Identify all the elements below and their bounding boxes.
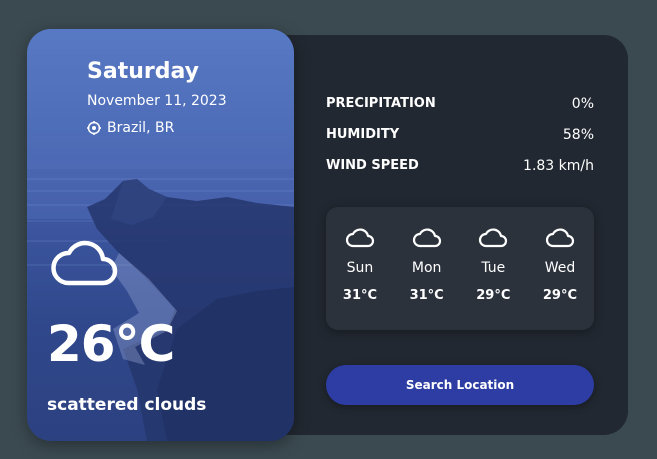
stat-value: 1.83 km/h xyxy=(523,157,594,174)
stat-label: PRECIPITATION xyxy=(326,96,436,111)
cloud-icon xyxy=(51,240,118,286)
location-label: Brazil, BR xyxy=(107,120,175,136)
forecast-temp: 31°C xyxy=(409,288,444,303)
forecast-day-sun: Sun 31°C xyxy=(340,207,380,330)
map-pin-icon xyxy=(87,121,101,135)
weekday-title: Saturday xyxy=(87,59,199,84)
cloud-icon xyxy=(412,228,441,248)
stat-value: 0% xyxy=(571,95,594,112)
forecast-day-label: Tue xyxy=(481,260,506,276)
stat-label: HUMIDITY xyxy=(326,127,400,142)
coastline-background-image xyxy=(27,29,294,441)
current-temperature: 26°C xyxy=(47,315,175,373)
forecast-temp: 29°C xyxy=(476,288,511,303)
cloud-icon xyxy=(345,228,375,248)
forecast-day-wed: Wed 29°C xyxy=(540,207,580,330)
forecast-card: Sun 31°C Mon 31°C Tue 29°C Wed 29°C xyxy=(326,207,594,330)
location: Brazil, BR xyxy=(87,120,174,136)
stat-label: WIND SPEED xyxy=(326,158,419,173)
current-weather-card: Saturday November 11, 2023 Brazil, BR 26… xyxy=(27,29,294,441)
cloud-icon xyxy=(479,228,508,248)
weather-stats: PRECIPITATION 0% HUMIDITY 58% WIND SPEED… xyxy=(326,88,594,181)
stat-row-wind-speed: WIND SPEED 1.83 km/h xyxy=(326,150,594,181)
current-date: November 11, 2023 xyxy=(87,93,227,109)
search-location-button[interactable]: Search Location xyxy=(326,365,594,405)
stat-row-precipitation: PRECIPITATION 0% xyxy=(326,88,594,119)
forecast-day-label: Sun xyxy=(346,260,374,276)
forecast-temp: 29°C xyxy=(542,288,578,303)
cloud-icon xyxy=(545,228,574,248)
forecast-day-label: Mon xyxy=(411,260,442,276)
forecast-day-tue: Tue 29°C xyxy=(473,207,513,330)
forecast-day-mon: Mon 31°C xyxy=(407,207,447,330)
forecast-temp: 31°C xyxy=(342,288,378,303)
stat-value: 58% xyxy=(562,126,594,143)
weather-description: scattered clouds xyxy=(47,395,207,415)
forecast-day-label: Wed xyxy=(544,260,576,276)
stat-row-humidity: HUMIDITY 58% xyxy=(326,119,594,150)
